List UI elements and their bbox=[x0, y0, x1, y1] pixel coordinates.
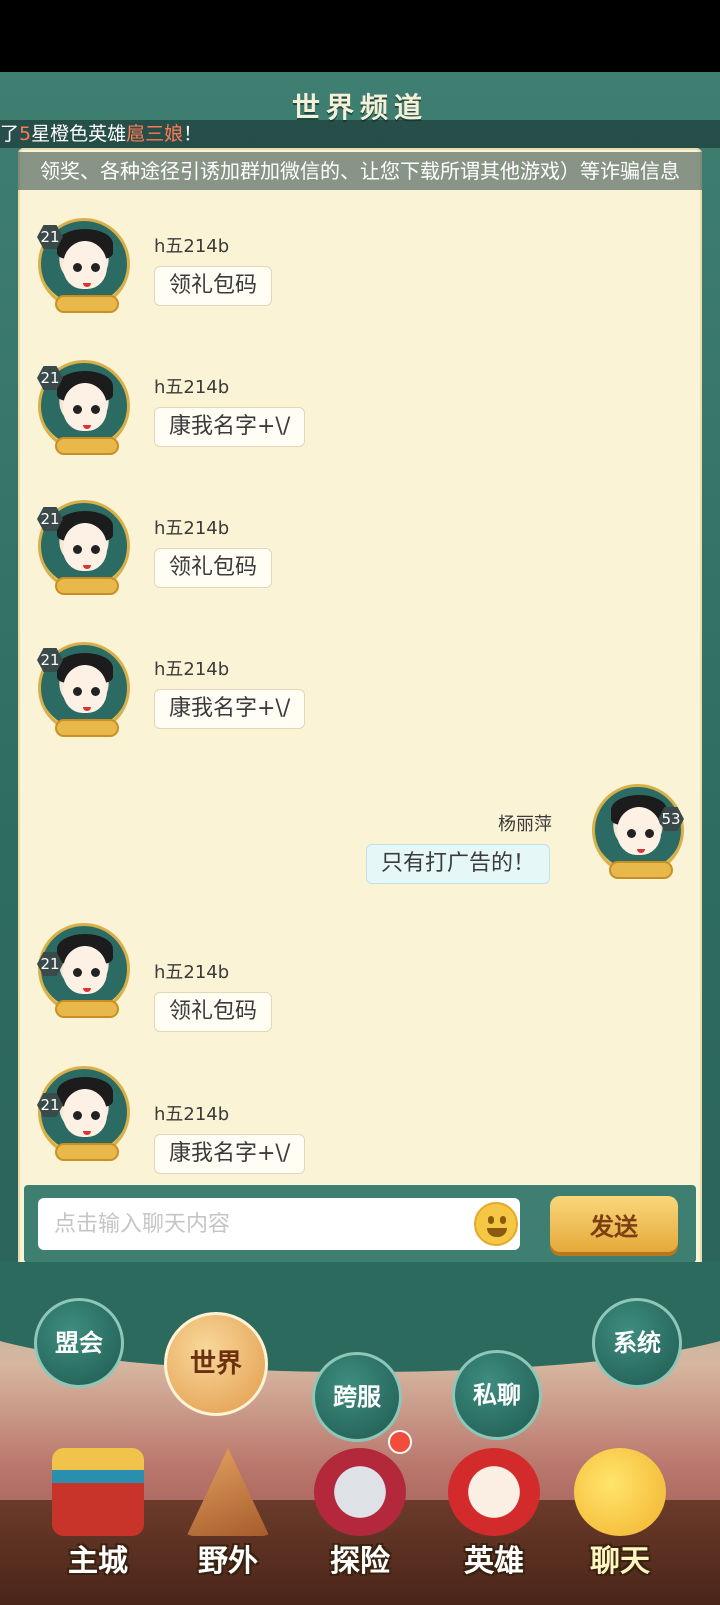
message-bubble[interactable]: 领礼包码 bbox=[154, 548, 273, 588]
smiley-icon[interactable] bbox=[474, 1202, 518, 1246]
chat-screen: 世界频道 了5星橙色英雄扈三娘！ 领奖、各种途径引诱加群加微信的、让您下载所谓其… bbox=[0, 0, 720, 1605]
chat-faces-icon bbox=[574, 1448, 666, 1536]
username[interactable]: 杨丽萍 bbox=[498, 810, 552, 836]
message-bubble[interactable]: 康我名字+\/ bbox=[154, 689, 306, 729]
tab-alliance[interactable]: 盟会 bbox=[34, 1298, 124, 1388]
ticker-hero-name: 扈三娘 bbox=[126, 123, 184, 145]
nav-wild[interactable]: 野外 bbox=[168, 1440, 288, 1600]
tab-cross-server[interactable]: 跨服 bbox=[312, 1352, 402, 1442]
message-bubble[interactable]: 康我名字+\/ bbox=[154, 407, 306, 447]
username[interactable]: h五214b bbox=[154, 232, 229, 258]
send-button[interactable]: 发送 bbox=[550, 1196, 678, 1252]
mountain-icon bbox=[186, 1448, 270, 1536]
message-bubble[interactable]: 领礼包码 bbox=[154, 266, 273, 306]
tab-world[interactable]: 世界 bbox=[164, 1312, 268, 1416]
message-bubble[interactable]: 领礼包码 bbox=[154, 992, 273, 1032]
palace-icon bbox=[52, 1448, 144, 1536]
username[interactable]: h五214b bbox=[154, 373, 229, 399]
message-bubble[interactable]: 只有打广告的！ bbox=[366, 844, 551, 884]
tab-system[interactable]: 系统 bbox=[592, 1298, 682, 1388]
chat-input[interactable] bbox=[38, 1198, 520, 1250]
nav-main-city[interactable]: 主城 bbox=[38, 1440, 158, 1600]
nav-hero[interactable]: 英雄 bbox=[434, 1440, 554, 1600]
username[interactable]: h五214b bbox=[154, 655, 229, 681]
broadcast-ticker: 了5星橙色英雄扈三娘！ bbox=[0, 120, 720, 148]
nav-chat[interactable]: 聊天 bbox=[560, 1440, 680, 1600]
opera-mask-icon bbox=[448, 1448, 540, 1536]
nav-explore[interactable]: 探险 bbox=[300, 1440, 420, 1600]
username[interactable]: h五214b bbox=[154, 514, 229, 540]
status-bar bbox=[0, 0, 720, 72]
username[interactable]: h五214b bbox=[154, 958, 229, 984]
ticker-star: 5 bbox=[19, 123, 32, 145]
scam-notice: 领奖、各种途径引诱加群加微信的、让您下载所谓其他游戏）等诈骗信息 bbox=[18, 152, 702, 190]
username[interactable]: h五214b bbox=[154, 1100, 229, 1126]
message-bubble[interactable]: 康我名字+\/ bbox=[154, 1134, 306, 1174]
notification-dot bbox=[388, 1430, 412, 1454]
crossed-swords-icon bbox=[314, 1448, 406, 1536]
tab-private[interactable]: 私聊 bbox=[452, 1350, 542, 1440]
